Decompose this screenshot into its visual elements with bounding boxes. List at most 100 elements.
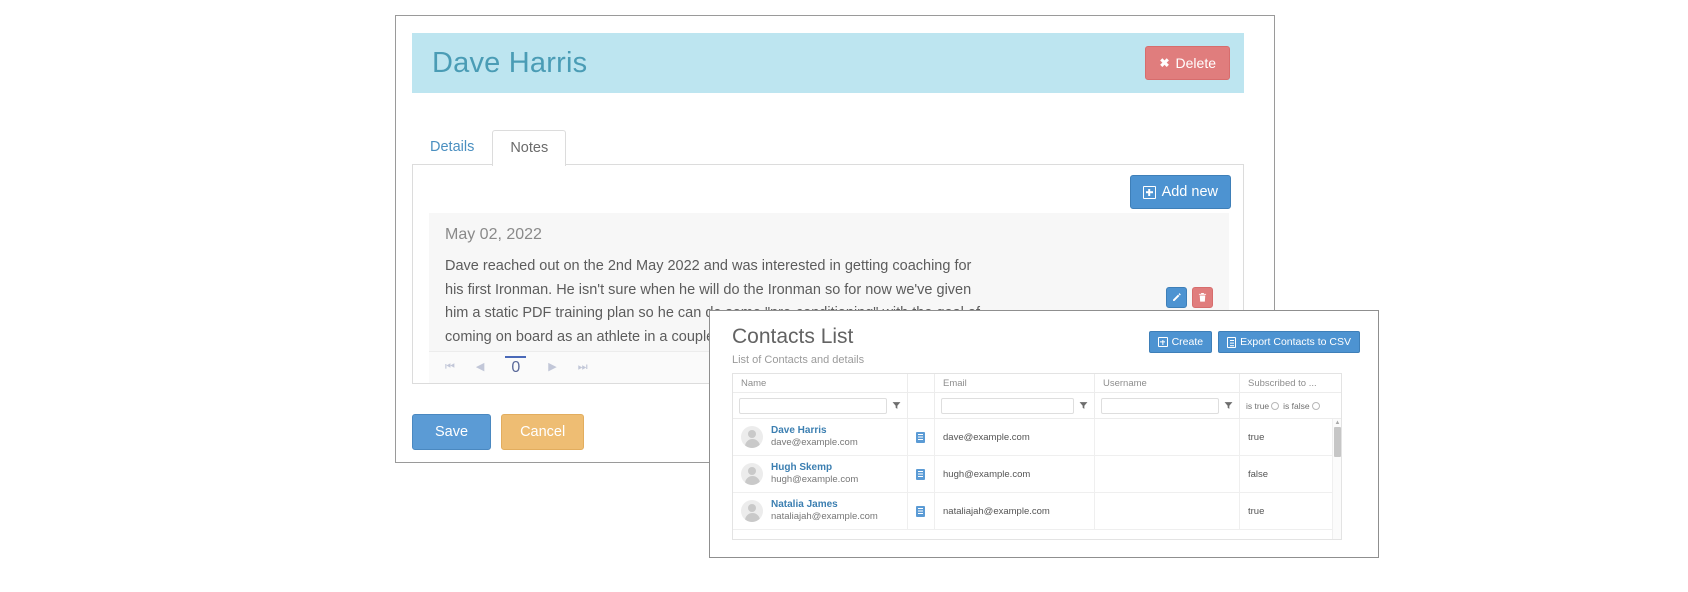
username-filter-input[interactable] (1101, 397, 1219, 414)
pager-prev-button[interactable]: ◀ (476, 362, 485, 373)
cell-username (1095, 492, 1240, 530)
person-block: Hugh Skemp hugh@example.com (741, 461, 858, 487)
contacts-toolbar: Create Export Contacts to CSV (1148, 325, 1360, 353)
cell-name: Natalia James nataliajah@example.com (733, 492, 908, 530)
notes-toolbar: Add new (1129, 175, 1231, 209)
card-footer: Save Cancel (412, 414, 585, 450)
file-icon (1227, 336, 1237, 348)
contact-email-sub: nataliajah@example.com (771, 511, 878, 523)
is-true-radio[interactable] (1271, 401, 1280, 410)
person-text: Hugh Skemp hugh@example.com (771, 461, 858, 487)
column-header-email[interactable]: Email (935, 374, 1095, 392)
email-value: dave@example.com (943, 431, 1030, 443)
person-text: Dave Harris dave@example.com (771, 424, 858, 450)
grid-header-row: Name Email Username Subscribed to ... (733, 374, 1341, 393)
column-header-username[interactable]: Username (1095, 374, 1240, 392)
trash-icon (1198, 292, 1207, 302)
cancel-button[interactable]: Cancel (501, 414, 585, 450)
document-icon (916, 468, 925, 480)
create-contact-button[interactable]: Create (1148, 331, 1213, 353)
cell-subscribed: true (1240, 419, 1341, 456)
delete-button[interactable]: ✖ Delete (1145, 46, 1230, 80)
document-icon (916, 431, 925, 443)
pager-current-page[interactable]: 0 (505, 355, 527, 380)
table-row[interactable]: Natalia James nataliajah@example.com nat… (733, 492, 1341, 530)
filter-cell-email (935, 392, 1095, 419)
tab-list: Details Notes (412, 129, 567, 166)
cell-email: hugh@example.com (935, 455, 1095, 493)
avatar (741, 426, 763, 448)
cell-document-icon[interactable] (908, 455, 935, 493)
grid-vertical-scrollbar[interactable]: ▲ (1332, 419, 1341, 539)
filter-icon[interactable] (1078, 401, 1089, 410)
add-new-button[interactable]: Add new (1129, 175, 1231, 209)
cell-username (1095, 419, 1240, 456)
person-block: Dave Harris dave@example.com (741, 424, 858, 450)
export-csv-button[interactable]: Export Contacts to CSV (1218, 331, 1360, 353)
page-title: Dave Harris (432, 46, 588, 79)
plus-square-icon (1157, 337, 1168, 347)
person-text: Natalia James nataliajah@example.com (771, 498, 878, 524)
cell-document-icon[interactable] (908, 419, 935, 456)
is-false-radio[interactable] (1311, 401, 1320, 410)
pager-first-button[interactable]: ⏮ (445, 362, 455, 373)
add-new-button-label: Add new (1161, 184, 1218, 200)
cell-email: dave@example.com (935, 419, 1095, 456)
plus-square-icon (1142, 185, 1156, 199)
contacts-list-subtitle: List of Contacts and details (732, 354, 865, 367)
subscribed-value: true (1248, 505, 1265, 517)
name-filter-input[interactable] (739, 397, 887, 414)
contact-card-header: Dave Harris ✖ Delete (412, 33, 1244, 93)
scrollbar-thumb[interactable] (1334, 427, 1341, 457)
contact-name-link[interactable]: Hugh Skemp (771, 461, 858, 475)
filter-icon[interactable] (1223, 401, 1234, 410)
filter-cell-subscribed: is true is false (1240, 393, 1341, 419)
delete-note-button[interactable] (1192, 286, 1213, 308)
contacts-grid: Name Email Username Subscribed to ... is… (732, 373, 1342, 540)
contact-email-sub: hugh@example.com (771, 474, 859, 486)
save-button[interactable]: Save (412, 414, 492, 450)
cell-subscribed: false (1240, 456, 1341, 493)
column-header-icon (908, 374, 935, 392)
table-row[interactable]: Dave Harris dave@example.com dave@exampl… (733, 419, 1341, 456)
contact-name-link[interactable]: Dave Harris (771, 424, 858, 438)
is-true-label: is true (1246, 400, 1270, 411)
person-block: Natalia James nataliajah@example.com (741, 498, 878, 524)
filter-cell-username (1095, 392, 1240, 419)
avatar (741, 500, 763, 522)
filter-cell-name (733, 392, 908, 419)
contact-email-sub: dave@example.com (771, 437, 858, 449)
create-button-label: Create (1171, 336, 1204, 348)
contacts-panel-heading-group: Contacts List List of Contacts and detai… (732, 325, 864, 367)
scroll-up-arrow-icon[interactable]: ▲ (1334, 420, 1341, 426)
delete-button-label: Delete (1175, 55, 1216, 71)
column-header-name[interactable]: Name (733, 374, 908, 392)
subscribed-value: false (1248, 468, 1269, 480)
cell-email: nataliajah@example.com (935, 492, 1095, 530)
cell-name: Hugh Skemp hugh@example.com (733, 455, 908, 493)
tab-details[interactable]: Details (412, 129, 492, 165)
contact-name-link[interactable]: Natalia James (771, 498, 878, 512)
email-filter-input[interactable] (941, 397, 1074, 414)
note-date: May 02, 2022 (445, 226, 542, 243)
cell-document-icon[interactable] (908, 492, 935, 530)
cell-subscribed: true (1240, 493, 1341, 530)
pager-next-button[interactable]: ▶ (548, 362, 557, 373)
table-row[interactable]: Hugh Skemp hugh@example.com hugh@example… (733, 455, 1341, 493)
contacts-panel-header: Contacts List List of Contacts and detai… (710, 311, 1378, 373)
contacts-list-panel: Contacts List List of Contacts and detai… (709, 310, 1379, 558)
tab-notes[interactable]: Notes (492, 129, 567, 166)
pager-last-button[interactable]: ⏭ (578, 362, 588, 373)
export-button-label: Export Contacts to CSV (1240, 336, 1351, 348)
contacts-list-title: Contacts List (732, 325, 854, 348)
cell-username (1095, 455, 1240, 493)
edit-note-button[interactable] (1166, 286, 1187, 308)
grid-filter-row: is true is false (733, 392, 1341, 419)
avatar (741, 463, 763, 485)
email-value: nataliajah@example.com (943, 505, 1050, 517)
filter-icon[interactable] (891, 401, 902, 410)
close-icon: ✖ (1159, 56, 1170, 70)
pencil-icon (1173, 292, 1181, 301)
document-icon (916, 505, 925, 517)
column-header-subscribed[interactable]: Subscribed to ... (1240, 374, 1341, 392)
